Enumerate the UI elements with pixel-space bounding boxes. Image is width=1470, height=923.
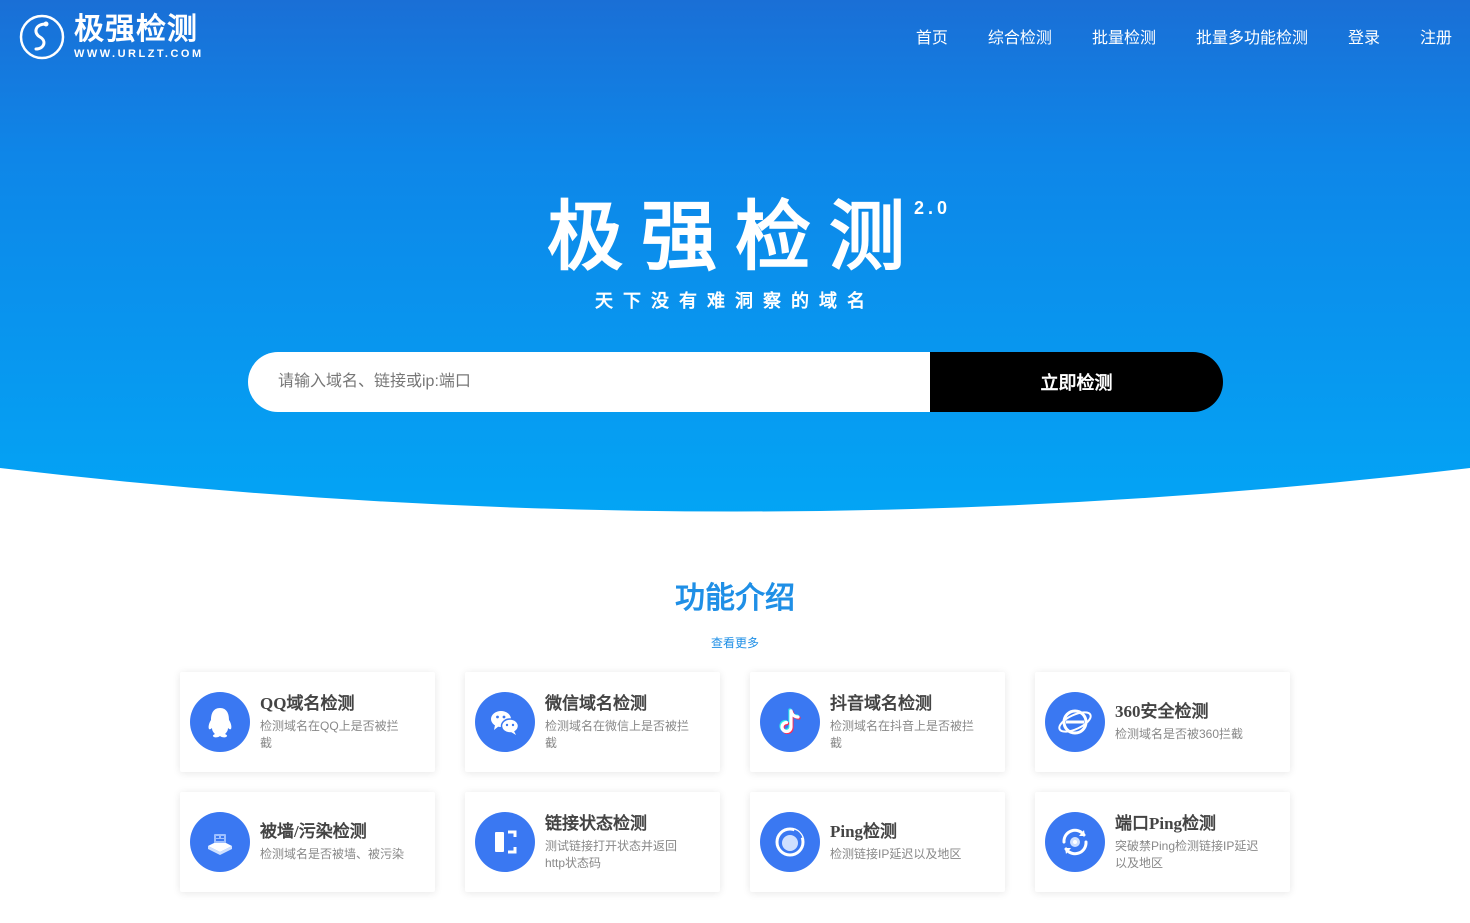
nav-item-comprehensive-check[interactable]: 综合检测 (988, 27, 1052, 51)
card-title: Ping检测 (830, 822, 898, 841)
feature-card-wechat[interactable]: 微信域名检测 检测域名在微信上是否被拦截 (465, 672, 720, 772)
card-body: 链接状态检测 测试链接打开状态并返回http状态码 (545, 813, 695, 872)
hero-curve (0, 468, 1470, 520)
ping-icon (760, 812, 820, 872)
link-status-icon (475, 812, 535, 872)
card-desc: 检测链接IP延迟以及地区 (830, 847, 962, 861)
card-body: 360安全检测 检测域名是否被360拦截 (1115, 701, 1265, 743)
nav-item-batch-check[interactable]: 批量检测 (1092, 27, 1156, 51)
logo-name: 极强检测 (74, 12, 198, 46)
card-desc: 检测域名在抖音上是否被拦截 (830, 718, 975, 750)
card-body: 端口Ping检测 突破禁Ping检测链接IP延迟以及地区 (1115, 813, 1265, 872)
nav-item-register[interactable]: 注册 (1420, 27, 1452, 51)
wechat-icon (475, 692, 535, 752)
features-title: 功能介绍 (675, 582, 795, 615)
card-body: QQ域名检测 检测域名在QQ上是否被拦截 (260, 693, 410, 752)
card-desc: 检测域名在微信上是否被拦截 (545, 718, 690, 750)
card-title: 360安全检测 (1115, 702, 1209, 721)
nav-menu: 首页 综合检测 批量检测 批量多功能检测 登录 注册 (876, 27, 1452, 51)
card-desc: 检测域名是否被360拦截 (1115, 727, 1244, 741)
card-desc: 突破禁Ping检测链接IP延迟以及地区 (1115, 838, 1259, 870)
card-body: 微信域名检测 检测域名在微信上是否被拦截 (545, 693, 695, 752)
nav-item-batch-multi-check[interactable]: 批量多功能检测 (1196, 27, 1308, 51)
hero-banner: 极强检测 WWW.URLZT.COM 首页 综合检测 批量检测 批量多功能检测 … (0, 0, 1470, 520)
feature-card-tiktok[interactable]: 抖音域名检测 检测域名在抖音上是否被拦截 (750, 672, 1005, 772)
logo-text: 极强检测 WWW.URLZT.COM (74, 12, 204, 61)
qq-icon (190, 692, 250, 752)
card-body: 抖音域名检测 检测域名在抖音上是否被拦截 (830, 693, 980, 752)
card-body: 被墙/污染检测 检测域名是否被墙、被污染 (260, 821, 410, 863)
domain-search-input[interactable] (248, 352, 930, 412)
top-nav: 极强检测 WWW.URLZT.COM 首页 综合检测 批量检测 批量多功能检测 … (0, 0, 1470, 80)
logo-url: WWW.URLZT.COM (74, 47, 204, 60)
feature-card-360[interactable]: 360安全检测 检测域名是否被360拦截 (1035, 672, 1290, 772)
hero-title: 极强检测 (547, 195, 923, 280)
feature-card-port-ping[interactable]: 端口Ping检测 突破禁Ping检测链接IP延迟以及地区 (1035, 792, 1290, 892)
tiktok-icon (760, 692, 820, 752)
card-title: 端口Ping检测 (1115, 813, 1217, 833)
feature-card-firewall[interactable]: 被墙/污染检测 检测域名是否被墙、被污染 (180, 792, 435, 892)
card-title: 抖音域名检测 (830, 693, 932, 713)
card-body: Ping检测 检测链接IP延迟以及地区 (830, 821, 980, 863)
card-desc: 测试链接打开状态并返回http状态码 (545, 838, 678, 870)
firewall-icon (190, 812, 250, 872)
feature-card-ping[interactable]: Ping检测 检测链接IP延迟以及地区 (750, 792, 1005, 892)
site-logo[interactable]: 极强检测 WWW.URLZT.COM (18, 13, 204, 61)
search-bar: 立即检测 (248, 352, 1223, 412)
check-now-button[interactable]: 立即检测 (930, 352, 1223, 412)
card-title: 微信域名检测 (545, 693, 647, 713)
card-title: 被墙/污染检测 (260, 822, 367, 841)
hero-slogan: 天下没有难洞察的域名 (595, 291, 875, 311)
nav-item-home[interactable]: 首页 (916, 27, 948, 51)
card-desc: 检测域名在QQ上是否被拦截 (260, 718, 399, 750)
view-more-link[interactable]: 查看更多 (0, 634, 1470, 652)
browser-360-icon (1045, 692, 1105, 752)
feature-card-qq[interactable]: QQ域名检测 检测域名在QQ上是否被拦截 (180, 672, 435, 772)
logo-mark-icon (19, 14, 65, 60)
card-title: QQ域名检测 (260, 693, 355, 713)
nav-item-login[interactable]: 登录 (1348, 27, 1380, 51)
hero-version: 2.0 (914, 198, 952, 218)
card-title: 链接状态检测 (545, 813, 647, 833)
feature-card-link-status[interactable]: 链接状态检测 测试链接打开状态并返回http状态码 (465, 792, 720, 892)
port-ping-icon (1045, 812, 1105, 872)
card-desc: 检测域名是否被墙、被污染 (260, 847, 405, 861)
